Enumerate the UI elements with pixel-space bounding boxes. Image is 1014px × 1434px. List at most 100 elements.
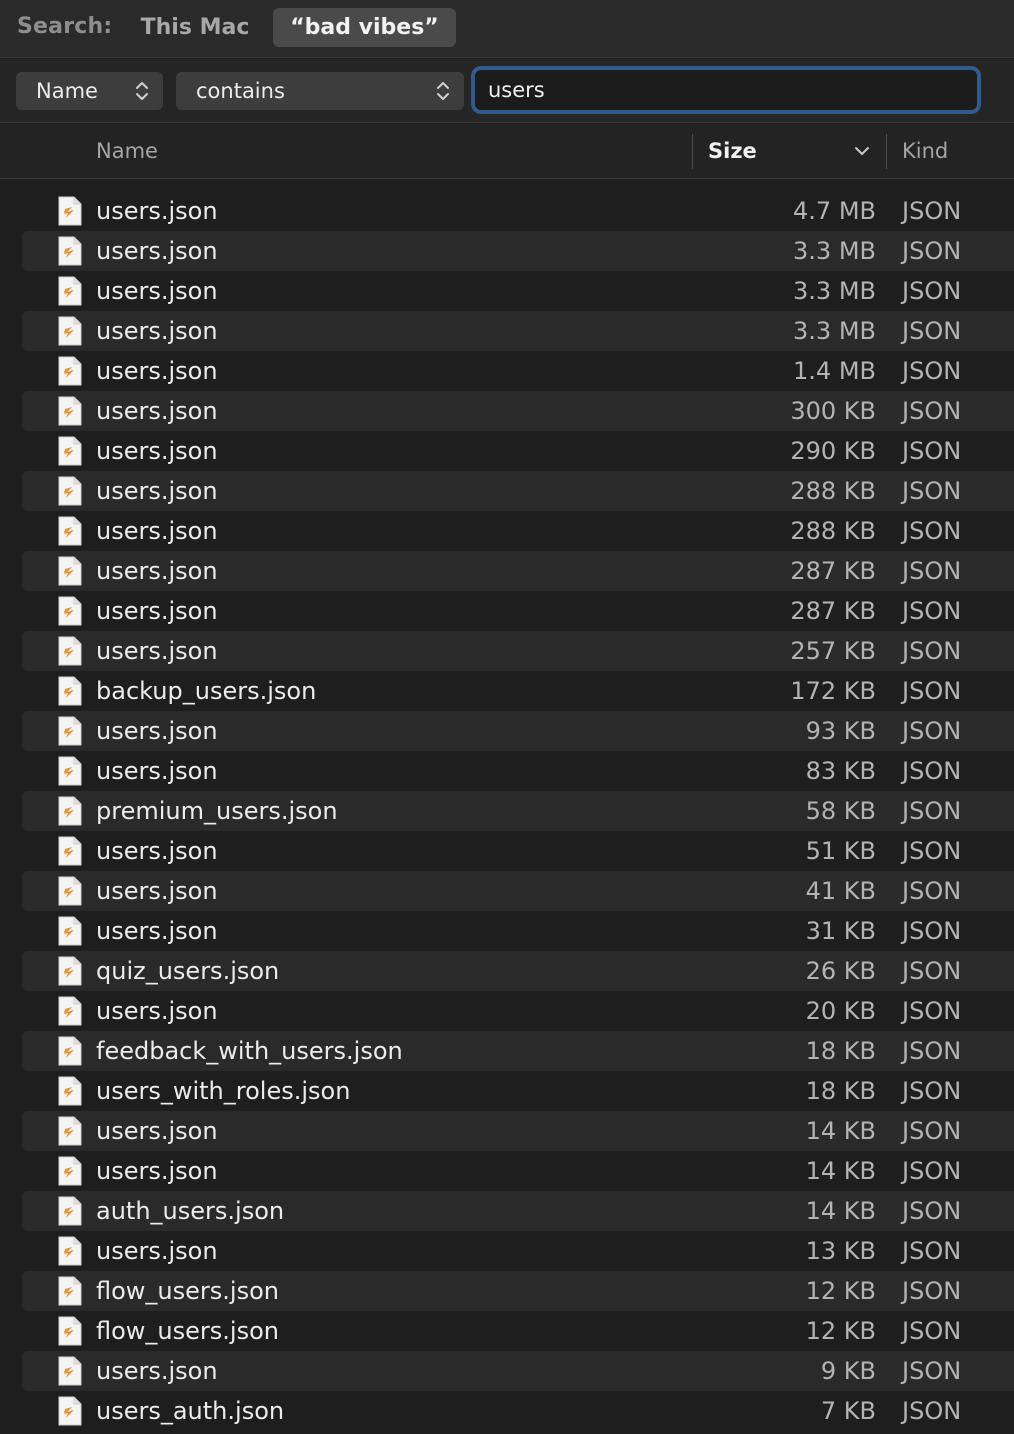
table-row[interactable]: users.json 93 KB JSON	[22, 711, 1014, 751]
file-size: 288 KB	[790, 517, 876, 545]
file-kind: JSON	[902, 1157, 962, 1185]
file-size: 18 KB	[805, 1077, 876, 1105]
file-kind: JSON	[902, 1117, 962, 1145]
table-row[interactable]: users_auth.json 7 KB JSON	[22, 1391, 1014, 1431]
column-header-kind[interactable]: Kind	[902, 124, 1014, 179]
file-size: 288 KB	[790, 477, 876, 505]
column-header-size[interactable]: Size	[708, 124, 886, 179]
table-row[interactable]: users.json 14 KB JSON	[22, 1151, 1014, 1191]
file-size: 172 KB	[790, 677, 876, 705]
file-size: 41 KB	[805, 877, 876, 905]
file-name: users.json	[96, 997, 218, 1025]
search-scope-label: Search:	[17, 14, 113, 39]
scope-this-mac-button[interactable]: This Mac	[128, 8, 262, 47]
json-file-icon	[58, 356, 82, 386]
table-row[interactable]: users.json 13 KB JSON	[22, 1231, 1014, 1271]
operator-popup[interactable]: contains	[176, 72, 464, 110]
table-row[interactable]: users_with_roles.json 18 KB JSON	[22, 1071, 1014, 1111]
table-row[interactable]: users.json 288 KB JSON	[22, 511, 1014, 551]
json-file-icon	[58, 676, 82, 706]
table-row[interactable]: flow_users.json 12 KB JSON	[22, 1311, 1014, 1351]
table-row[interactable]: users.json 288 KB JSON	[22, 471, 1014, 511]
table-row[interactable]: users.json 83 KB JSON	[22, 751, 1014, 791]
file-kind: JSON	[902, 317, 962, 345]
table-row[interactable]: users.json 3.3 MB JSON	[22, 271, 1014, 311]
json-file-icon	[58, 556, 82, 586]
table-row[interactable]: users.json 51 KB JSON	[22, 831, 1014, 871]
json-file-icon	[58, 1196, 82, 1226]
table-row[interactable]: users.json 3.3 MB JSON	[22, 231, 1014, 271]
table-row[interactable]: users.json 4.7 MB JSON	[22, 191, 1014, 231]
column-divider[interactable]	[886, 134, 887, 169]
file-kind: JSON	[902, 597, 962, 625]
json-file-icon	[58, 316, 82, 346]
file-kind: JSON	[902, 1397, 962, 1425]
file-kind: JSON	[902, 557, 962, 585]
file-size: 7 KB	[820, 1397, 876, 1425]
column-header-size-label: Size	[708, 139, 757, 163]
file-name: users.json	[96, 1157, 218, 1185]
json-file-icon	[58, 876, 82, 906]
file-name: premium_users.json	[96, 797, 338, 825]
table-row[interactable]: premium_users.json 58 KB JSON	[22, 791, 1014, 831]
file-kind: JSON	[902, 1197, 962, 1225]
scope-folder-button[interactable]: “bad vibes”	[273, 8, 456, 47]
search-query-input[interactable]	[471, 66, 981, 114]
table-row[interactable]: flow_users.json 12 KB JSON	[22, 1271, 1014, 1311]
file-size: 3.3 MB	[793, 237, 876, 265]
json-file-icon	[58, 196, 82, 226]
table-row[interactable]: users.json 287 KB JSON	[22, 551, 1014, 591]
table-row[interactable]: users.json 300 KB JSON	[22, 391, 1014, 431]
chevron-up-down-icon	[136, 82, 148, 100]
file-kind: JSON	[902, 357, 962, 385]
table-row[interactable]: users.json 9 KB JSON	[22, 1351, 1014, 1391]
table-row[interactable]: users.json 1.4 MB JSON	[22, 351, 1014, 391]
file-kind: JSON	[902, 997, 962, 1025]
json-file-icon	[58, 476, 82, 506]
table-row[interactable]: quiz_users.json 26 KB JSON	[22, 951, 1014, 991]
file-name: backup_users.json	[96, 677, 317, 705]
attribute-popup[interactable]: Name	[16, 72, 163, 110]
table-row[interactable]: users.json 20 KB JSON	[22, 991, 1014, 1031]
file-kind: JSON	[902, 957, 962, 985]
column-divider[interactable]	[692, 134, 693, 169]
file-name: users.json	[96, 877, 218, 905]
file-kind: JSON	[902, 1077, 962, 1105]
file-name: users.json	[96, 1237, 218, 1265]
file-kind: JSON	[902, 1037, 962, 1065]
file-size: 300 KB	[790, 397, 876, 425]
table-row[interactable]: users.json 41 KB JSON	[22, 871, 1014, 911]
file-name: users.json	[96, 917, 218, 945]
file-name: quiz_users.json	[96, 957, 280, 985]
table-row[interactable]: users.json 257 KB JSON	[22, 631, 1014, 671]
table-row[interactable]: auth_users.json 14 KB JSON	[22, 1191, 1014, 1231]
table-row[interactable]: users.json 290 KB JSON	[22, 431, 1014, 471]
table-row[interactable]: users.json 31 KB JSON	[22, 911, 1014, 951]
json-file-icon	[58, 916, 82, 946]
file-name: users_with_roles.json	[96, 1077, 351, 1105]
file-name: feedback_with_users.json	[96, 1037, 403, 1065]
table-row[interactable]: users.json 3.3 MB JSON	[22, 311, 1014, 351]
column-header-name[interactable]: Name	[96, 124, 692, 179]
table-row[interactable]: feedback_with_users.json 18 KB JSON	[22, 1031, 1014, 1071]
table-row[interactable]: users.json 14 KB JSON	[22, 1111, 1014, 1151]
file-size: 257 KB	[790, 637, 876, 665]
file-size: 12 KB	[805, 1317, 876, 1345]
json-file-icon	[58, 396, 82, 426]
file-size: 14 KB	[805, 1117, 876, 1145]
table-row[interactable]: backup_users.json 172 KB JSON	[22, 671, 1014, 711]
file-kind: JSON	[902, 1357, 962, 1385]
file-size: 13 KB	[805, 1237, 876, 1265]
file-list-rows: users.json 4.7 MB JSON users.json 3.3 MB…	[0, 180, 1014, 1431]
table-row[interactable]: users.json 287 KB JSON	[22, 591, 1014, 631]
file-name: users_auth.json	[96, 1397, 285, 1425]
json-file-icon	[58, 516, 82, 546]
json-file-icon	[58, 996, 82, 1026]
file-size: 26 KB	[805, 957, 876, 985]
file-size: 58 KB	[805, 797, 876, 825]
json-file-icon	[58, 1236, 82, 1266]
file-kind: JSON	[902, 637, 962, 665]
file-size: 4.7 MB	[793, 197, 876, 225]
file-name: users.json	[96, 317, 218, 345]
json-file-icon	[58, 236, 82, 266]
